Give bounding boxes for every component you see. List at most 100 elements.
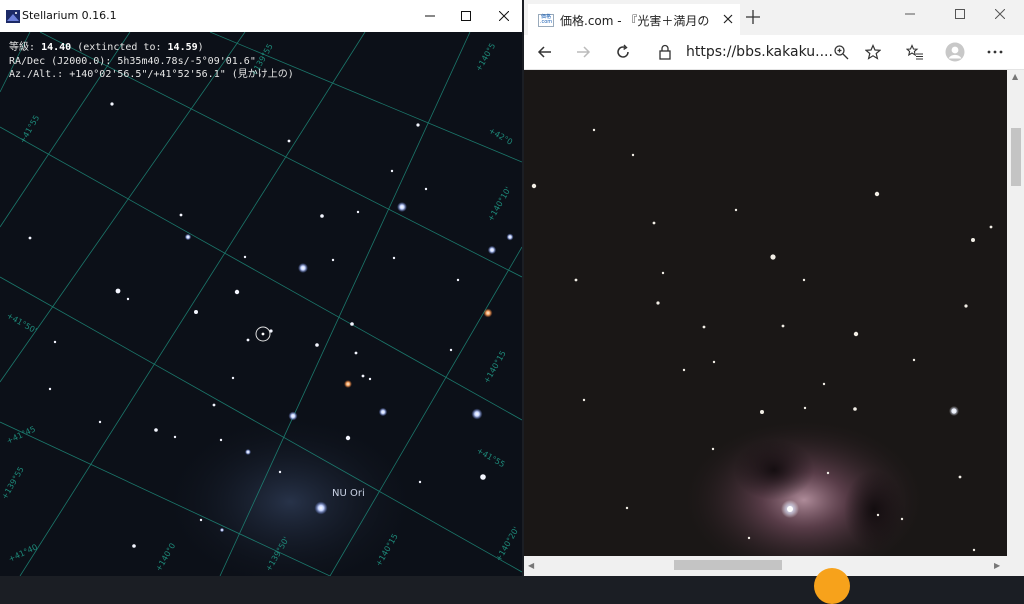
photo-star [912,358,916,362]
star [298,263,308,273]
more-icon [987,50,1003,54]
star [487,245,497,255]
minimize-icon [905,13,915,15]
photo-star [826,471,830,475]
horizontal-scroll-thumb[interactable] [674,560,782,570]
scroll-right-icon[interactable]: ▶ [994,561,1000,570]
more-button[interactable] [982,39,1008,65]
star [48,387,52,391]
star [194,310,198,314]
star [278,470,282,474]
vertical-scrollbar[interactable]: ▲ [1007,70,1024,556]
star [361,374,365,378]
kakaku-favicon: 価格 .com [538,14,554,27]
scroll-left-icon[interactable]: ◀ [528,561,534,570]
forward-button[interactable] [570,39,596,65]
photo-star [582,398,586,402]
favorites-button[interactable] [902,39,928,65]
star [126,297,130,301]
tab-kakaku[interactable]: 価格 .com 価格.com - 『光害＋満月のオリオン [528,4,740,35]
star [243,255,247,259]
vertical-scroll-thumb[interactable] [1011,128,1021,186]
favorite-star-button[interactable] [860,39,886,65]
object-info-panel: 等級: 14.40 (extincted to: 14.59) RA/Dec (… [9,41,294,82]
photo-star [656,301,660,305]
stellarium-titlebar[interactable]: Stellarium 0.16.1 [0,0,522,33]
edge-minimize-button[interactable] [890,0,930,28]
photo-star [803,406,807,410]
star [110,102,114,106]
minimize-button[interactable] [410,0,450,32]
lock-icon [659,44,671,60]
photo-star [652,221,656,225]
photo-star [625,506,629,510]
photo-star [574,278,578,282]
photo-bright-star-core [787,506,793,512]
star [471,408,483,420]
star [315,343,319,347]
star [480,474,486,480]
star [483,308,493,318]
extinction-label: (extincted to: [77,42,162,53]
close-icon [995,9,1005,19]
photo-star [876,513,880,517]
photo-star-glow [949,406,959,416]
extinction-close: ) [197,42,204,53]
new-tab-icon[interactable] [742,6,764,28]
star [320,214,324,218]
star [234,289,240,295]
zoom-button[interactable] [828,39,854,65]
star [392,256,396,260]
photo-star [853,407,857,411]
photo-star [781,324,785,328]
scroll-up-icon[interactable]: ▲ [1012,72,1018,81]
edge-close-button[interactable] [980,0,1020,28]
refresh-button[interactable] [610,39,636,65]
taskbar-orange-icon[interactable] [814,568,850,604]
photo-star [531,183,537,189]
star [98,420,102,424]
star [212,403,216,407]
tab-bar: 価格 .com 価格.com - 『光害＋満月のオリオン [524,0,1024,35]
photo-star [971,238,975,242]
star [345,435,351,441]
back-button[interactable] [532,39,558,65]
url-text: https://bbs.kakaku.... [686,44,833,60]
photo-star [760,410,764,414]
star [28,236,32,240]
star [390,169,394,173]
profile-button[interactable] [942,39,968,65]
close-button[interactable] [484,0,522,32]
horizontal-scrollbar[interactable]: ◀ ▶ [524,556,1024,576]
stellarium-app-icon [6,10,20,23]
extinction-value: 14.59 [167,42,198,53]
star [53,340,57,344]
photo-star [874,191,880,197]
star [199,518,203,522]
star [245,449,251,455]
photo-star [900,517,904,521]
sky-view[interactable]: +41°55 +42°0 +41°50' +41°45 +140°10' +14… [0,32,522,576]
star [219,527,225,533]
edge-maximize-button[interactable] [940,0,980,28]
refresh-icon [617,44,629,58]
star [154,428,158,432]
star [246,338,250,342]
tab-close-icon[interactable] [718,9,738,29]
star [287,139,291,143]
star [416,123,420,127]
photo-star [711,447,715,451]
zoom-icon [834,45,849,60]
tab-title: 価格.com - 『光害＋満月のオリオン [560,14,710,28]
star [231,376,235,380]
photo-star [702,325,706,329]
azalt-text: Az./Alt.: +140°02'56.5"/+41°52'56.1" (見か… [9,69,294,80]
star [456,278,460,282]
photo-star [631,153,635,157]
back-icon [537,46,551,58]
star [132,544,136,548]
star [288,411,298,421]
photo-star [822,382,826,386]
photo-star [958,475,962,479]
maximize-button[interactable] [446,0,486,32]
